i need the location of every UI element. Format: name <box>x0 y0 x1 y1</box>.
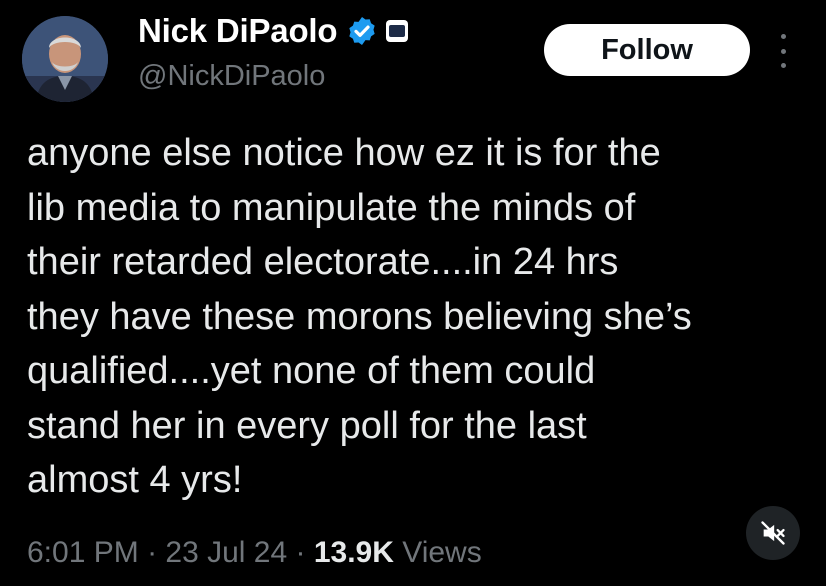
tweet-time[interactable]: 6:01 PM <box>27 536 139 569</box>
views-label: Views <box>393 536 482 569</box>
author-handle[interactable]: @NickDiPaolo <box>138 60 325 93</box>
tweet-text: anyone else notice how ez it is for the … <box>27 132 692 501</box>
verified-badge-icon[interactable] <box>346 15 378 47</box>
tweet-meta: 6:01 PM · 23 Jul 24 · 13.9K Views <box>27 536 482 570</box>
author-name[interactable]: Nick DiPaolo <box>138 12 338 50</box>
affiliation-badge-icon[interactable] <box>386 20 409 42</box>
meta-separator: · <box>287 536 314 569</box>
more-options-icon[interactable] <box>772 34 794 68</box>
follow-button[interactable]: Follow <box>544 24 750 76</box>
avatar[interactable] <box>22 16 108 102</box>
views-count: 13.9K <box>313 536 394 569</box>
muted-speaker-icon <box>761 521 785 545</box>
author-name-row: Nick DiPaolo <box>138 12 409 50</box>
meta-separator: · <box>138 536 166 569</box>
tweet-date[interactable]: 23 Jul 24 <box>165 536 287 569</box>
mute-button[interactable] <box>746 506 800 560</box>
